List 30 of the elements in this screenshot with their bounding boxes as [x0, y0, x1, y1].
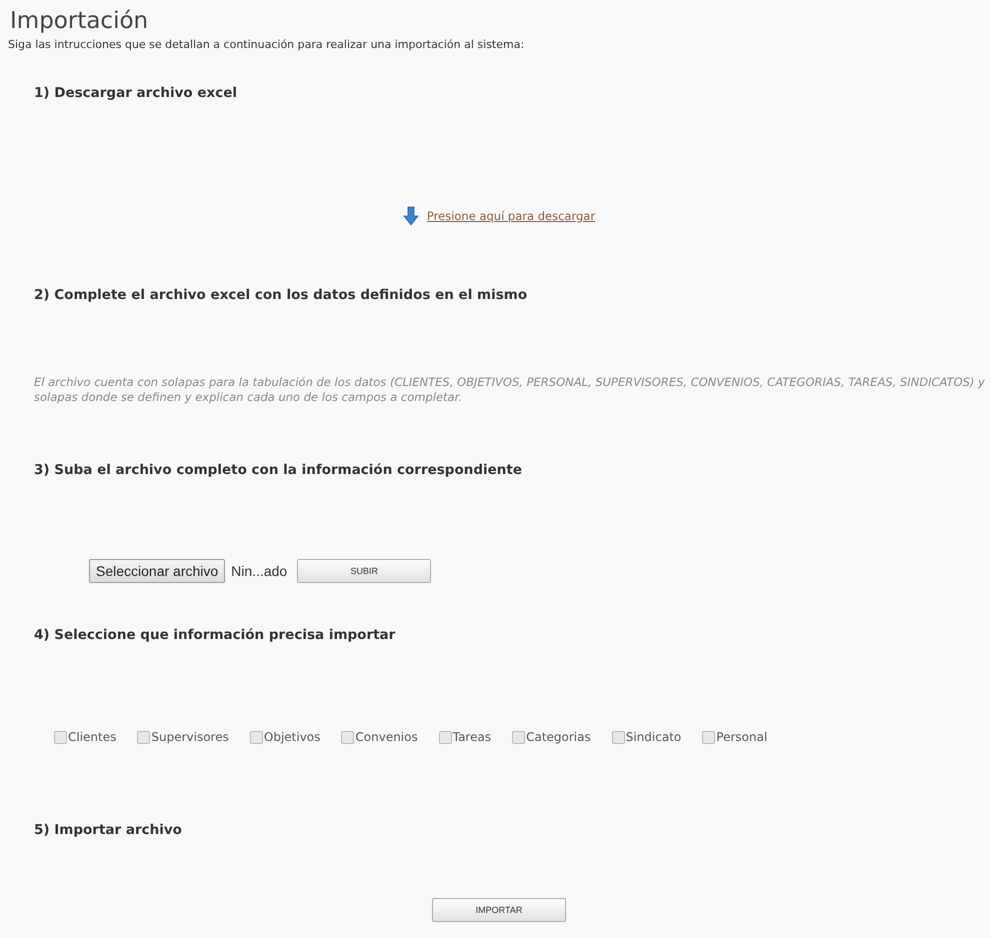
checkbox-option[interactable]: Objetivos [250, 730, 320, 744]
step-heading: 3) Suba el archivo completo con la información correspondiente [34, 462, 524, 478]
checkbox[interactable] [438, 730, 452, 744]
checkbox[interactable] [341, 730, 354, 744]
download-arrow-icon [402, 206, 419, 226]
checkbox-option[interactable]: Sindicato [612, 730, 682, 744]
checkbox[interactable] [512, 730, 526, 744]
select-file-button[interactable]: Seleccionar archivo [89, 559, 226, 583]
checkbox-option[interactable]: Categorias [512, 730, 591, 744]
checkbox[interactable] [702, 730, 716, 744]
step-heading: 4) Seleccione que información precisa importar [34, 627, 396, 643]
note-text: El archivo cuenta con solapas para la tabulación de los datos (CLIENTES, OBJETIVOS, PERSONAL, SUPERVISORES, CONVENIOS, CATEGORIAS, TAREAS, SINDICATOS) y solapas donde se definen y explican cada uno de los campos a completar. [34, 375, 986, 405]
checkbox-option[interactable]: Tareas [438, 730, 492, 744]
file-status: Nin...ado [231, 563, 288, 579]
checkbox-option[interactable]: Supervisores [137, 730, 229, 744]
page-title: Importación [10, 8, 150, 34]
upload-button[interactable]: SUBIR [297, 559, 432, 583]
import-button[interactable]: IMPORTAR [432, 898, 566, 922]
checkbox[interactable] [612, 730, 625, 744]
checkbox-option[interactable]: Personal [702, 730, 768, 744]
checkbox[interactable] [137, 730, 150, 744]
checkbox[interactable] [250, 730, 263, 744]
checkbox[interactable] [54, 730, 67, 744]
intro-text: Siga las intrucciones que se detallan a continuación para realizar una importación al sistema: [8, 38, 526, 51]
step-heading: 5) Importar archivo [34, 822, 183, 838]
checkbox-option[interactable]: Clientes [54, 730, 116, 744]
step-heading: 2) Complete el archivo excel con los datos definidos en el mismo [34, 287, 528, 303]
checkbox-option[interactable]: Convenios [341, 730, 418, 744]
step-heading: 1) Descargar archivo excel [34, 85, 238, 101]
download-link[interactable]: Presione aquí para descargar [426, 209, 596, 223]
